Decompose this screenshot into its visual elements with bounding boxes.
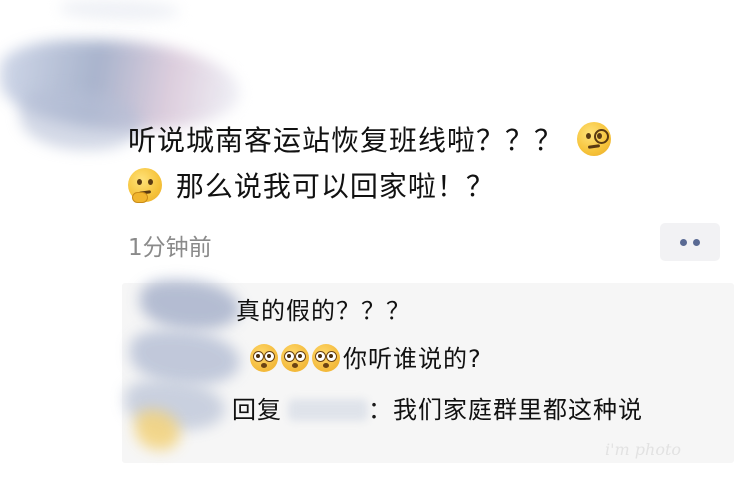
- comment-1[interactable]: 真的假的？？？: [236, 291, 411, 326]
- post-timestamp: 1分钟前: [128, 235, 212, 261]
- comment-3[interactable]: 回复 ：我们家庭群里都这种说: [232, 390, 643, 425]
- face-with-monocle-icon: [576, 122, 611, 156]
- moments-post: 听说城南客运站恢复班线啦？？？ 那么说我可以回家啦！？ 1分钟前 真的假的？？？…: [0, 0, 749, 494]
- flushed-face-icon: [312, 344, 340, 372]
- redacted-reply-name: [288, 399, 368, 421]
- comment-2[interactable]: 你听谁说的?: [250, 339, 482, 374]
- dot-icon: [693, 238, 700, 246]
- redacted-top: [60, 0, 180, 20]
- dot-icon: [680, 238, 687, 246]
- flushed-face-icon: [281, 344, 309, 372]
- flushed-face-icon: [250, 344, 278, 372]
- watermark: i'm photo: [605, 440, 682, 459]
- comment-3-text: 我们家庭群里都这种说: [393, 396, 643, 424]
- reply-label: 回复: [232, 396, 282, 424]
- comment-1-text: 真的假的？？？: [236, 297, 411, 325]
- comment-2-text: 你听谁说的?: [343, 345, 482, 373]
- thinking-face-icon: [128, 168, 162, 203]
- more-options-button[interactable]: [660, 223, 720, 261]
- post-content: 听说城南客运站恢复班线啦？？？ 那么说我可以回家啦！？: [128, 118, 728, 210]
- post-text-line1: 听说城南客运站恢复班线啦？？？: [128, 124, 564, 157]
- post-text-line2: 那么说我可以回家啦！？: [175, 170, 495, 203]
